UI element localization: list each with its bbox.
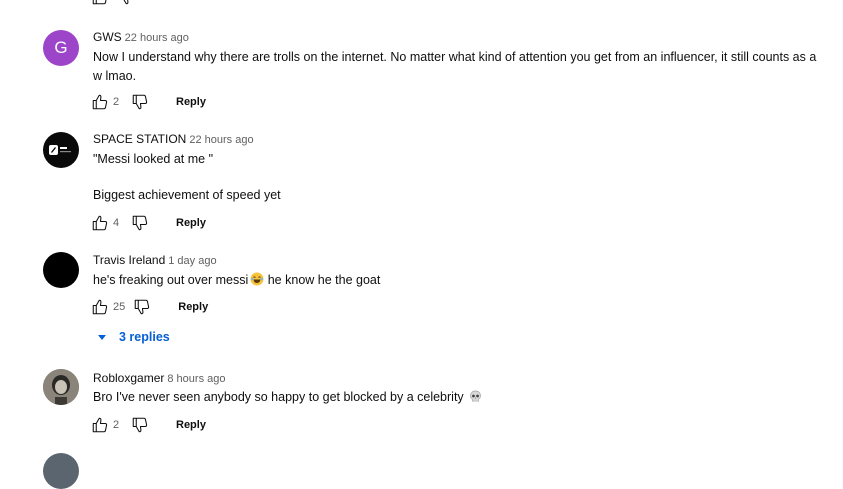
avatar[interactable] bbox=[43, 369, 79, 405]
comment-line: Bro I've never seen anybody so happy to … bbox=[93, 390, 464, 404]
view-replies-button[interactable]: 3 replies bbox=[98, 330, 170, 344]
dislike-icon[interactable] bbox=[117, 0, 137, 6]
like-button[interactable]: 25 bbox=[90, 298, 125, 316]
author-name[interactable]: Travis Ireland bbox=[93, 253, 165, 267]
comment-line: he know he the goat bbox=[267, 273, 381, 287]
timestamp[interactable]: 8 hours ago bbox=[167, 373, 225, 385]
comment-line: he's freaking out over messi bbox=[93, 273, 249, 287]
like-count: 2 bbox=[113, 96, 120, 108]
like-count: 4 bbox=[113, 217, 120, 229]
dislike-button[interactable] bbox=[130, 93, 150, 111]
author-name[interactable]: SPACE STATION bbox=[93, 132, 186, 146]
comment-line: w lmao. bbox=[93, 69, 137, 83]
avatar-letter: G bbox=[54, 38, 68, 57]
author-name[interactable]: GWS bbox=[93, 30, 122, 44]
like-icon bbox=[90, 93, 110, 111]
station-logo-icon bbox=[49, 144, 73, 156]
avatar[interactable] bbox=[43, 132, 79, 168]
comment-header: Travis Ireland 1 day ago bbox=[93, 253, 217, 267]
reply-button[interactable]: Reply bbox=[178, 301, 208, 313]
skull-emoji-icon bbox=[469, 390, 482, 403]
dislike-icon bbox=[130, 214, 150, 232]
replies-label: 3 replies bbox=[119, 330, 170, 344]
avatar[interactable] bbox=[43, 252, 79, 288]
avatar[interactable]: G bbox=[43, 30, 79, 66]
timestamp[interactable]: 22 hours ago bbox=[189, 134, 253, 146]
dislike-icon bbox=[130, 416, 150, 434]
comment-actions: 25 Reply bbox=[90, 296, 208, 318]
comment-text: he's freaking out over messi he know he … bbox=[93, 271, 833, 290]
dislike-icon bbox=[130, 93, 150, 111]
reply-button[interactable]: Reply bbox=[176, 419, 206, 431]
like-icon bbox=[90, 214, 110, 232]
reply-button[interactable]: Reply bbox=[176, 96, 206, 108]
comment-line: Biggest achievement of speed yet bbox=[93, 188, 281, 202]
next-comment-avatar[interactable] bbox=[43, 453, 79, 489]
comment-text: Biggest achievement of speed yet bbox=[93, 186, 833, 205]
comment-actions: 4 Reply bbox=[90, 212, 206, 234]
like-button[interactable]: 4 bbox=[90, 214, 123, 232]
laughing-crying-emoji-icon bbox=[250, 272, 264, 286]
comment-line: "Messi looked at me " bbox=[93, 152, 214, 166]
comment-actions: 2 Reply bbox=[90, 414, 206, 436]
comment-text: "Messi looked at me " bbox=[93, 150, 833, 169]
comment-line: Now I understand why there are trolls on… bbox=[93, 50, 817, 64]
timestamp[interactable]: 1 day ago bbox=[168, 255, 216, 267]
like-button[interactable]: 2 bbox=[90, 416, 123, 434]
comment-actions: 2 Reply bbox=[90, 91, 206, 113]
caret-down-icon bbox=[98, 334, 106, 340]
dislike-button[interactable] bbox=[130, 214, 150, 232]
reply-button[interactable]: Reply bbox=[176, 217, 206, 229]
like-button[interactable]: 2 bbox=[90, 93, 123, 111]
timestamp[interactable]: 22 hours ago bbox=[125, 32, 189, 44]
comment-text: Now I understand why there are trolls on… bbox=[93, 48, 833, 86]
dislike-icon bbox=[132, 298, 152, 316]
comment-header: SPACE STATION 22 hours ago bbox=[93, 132, 254, 146]
comment-header: GWS 22 hours ago bbox=[93, 30, 189, 44]
like-icon bbox=[90, 298, 110, 316]
like-icon[interactable] bbox=[90, 0, 110, 6]
like-count: 25 bbox=[113, 301, 126, 313]
like-icon bbox=[90, 416, 110, 434]
dislike-button[interactable] bbox=[130, 416, 150, 434]
comment-text: Bro I've never seen anybody so happy to … bbox=[93, 388, 833, 407]
author-name[interactable]: Robloxgamer bbox=[93, 371, 164, 385]
dislike-button[interactable] bbox=[132, 298, 152, 316]
like-count: 2 bbox=[113, 419, 120, 431]
comment-header: Robloxgamer 8 hours ago bbox=[93, 371, 225, 385]
